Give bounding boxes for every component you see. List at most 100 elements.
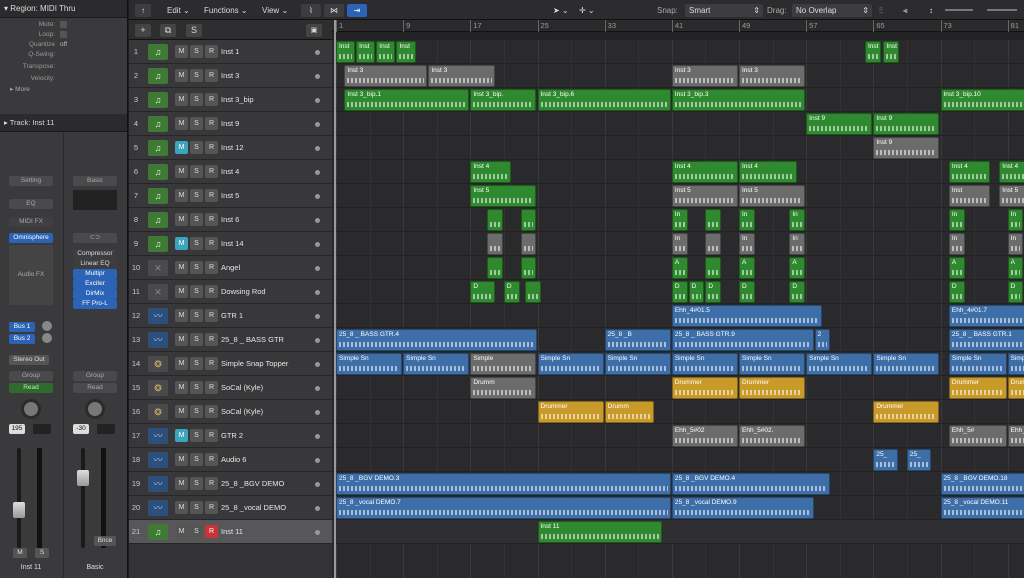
region[interactable]: Inst 5 (671, 185, 738, 207)
send-bus1[interactable]: Bus 1 (9, 322, 35, 332)
track-header[interactable]: 5 ♫ M S R Inst 12 (129, 136, 332, 160)
solo-button[interactable]: S (190, 333, 203, 346)
region[interactable]: A (671, 257, 688, 279)
region[interactable]: In (1007, 209, 1024, 231)
automation-icon[interactable]: ⌇ (301, 4, 321, 17)
region[interactable]: In (739, 233, 755, 255)
volume-fader[interactable] (13, 502, 25, 518)
mute-button[interactable]: M (175, 237, 188, 250)
mute-button[interactable]: M (175, 117, 188, 130)
region[interactable]: In (739, 209, 755, 231)
region[interactable]: 2 (814, 329, 831, 351)
region[interactable]: Ehh_5#02 (671, 425, 738, 447)
region[interactable]: Ehh_5#02. (1007, 425, 1024, 447)
region[interactable]: Inst 4 (671, 161, 738, 183)
mute-button[interactable]: M (175, 165, 188, 178)
region[interactable]: Inst (356, 41, 376, 63)
param-checkbox[interactable] (60, 21, 67, 28)
track-header[interactable]: 4 ♫ M S R Inst 9 (129, 112, 332, 136)
region[interactable]: Ehh_5#02. (739, 425, 806, 447)
region[interactable]: 25_8 _ BASS GTR.4 (336, 329, 537, 351)
audio-fx-plugin-slot[interactable]: Compressor (73, 249, 117, 259)
region[interactable]: D (705, 281, 722, 303)
record-enable-button[interactable]: R (205, 381, 218, 394)
solo-button[interactable]: S (190, 501, 203, 514)
region[interactable]: D (470, 281, 495, 303)
region[interactable]: Drummer (537, 401, 604, 423)
region[interactable]: In (789, 209, 806, 231)
mute-button[interactable]: M (175, 501, 188, 514)
region[interactable] (487, 257, 503, 279)
mute-button[interactable]: M (175, 213, 188, 226)
send-knob[interactable] (42, 321, 52, 331)
track-header[interactable]: 3 ♫ M S R Inst 3_bip (129, 88, 332, 112)
pan-knob[interactable] (85, 399, 105, 419)
region[interactable]: In (948, 233, 965, 255)
solo-button[interactable]: S (35, 548, 49, 558)
region[interactable]: 25_8 _vocal DEMO.11 (940, 497, 1024, 519)
solo-button[interactable]: S (190, 357, 203, 370)
region[interactable]: Inst 5 (470, 185, 537, 207)
region[interactable]: 25_8 _B (604, 329, 671, 351)
add-track-button[interactable]: + (135, 24, 151, 37)
mute-button[interactable]: M (175, 141, 188, 154)
solo-button[interactable]: S (190, 285, 203, 298)
catch-playhead-icon[interactable]: ⇥ (347, 4, 367, 17)
volume-fader[interactable] (77, 470, 89, 486)
track-header[interactable]: 9 ♫ M S R Inst 14 (129, 232, 332, 256)
mute-button[interactable]: M (175, 429, 188, 442)
volume-value[interactable]: 195 (9, 424, 25, 434)
region[interactable]: D (688, 281, 705, 303)
region[interactable]: Simple Sn (403, 353, 470, 375)
cycle-area[interactable] (332, 32, 1024, 40)
region[interactable]: 25_8 _vocal DEMO.7 (336, 497, 671, 519)
region[interactable]: Inst 3_bip.10 (940, 89, 1024, 111)
track-lane[interactable] (332, 40, 1024, 64)
audio-fx-plugin-slot[interactable]: FF Pro-L (73, 299, 117, 309)
pencil-tool-icon[interactable]: ✛ ⌄ (579, 4, 595, 17)
region[interactable]: Drumm (470, 377, 537, 399)
more-toggle[interactable]: ▸ More (0, 85, 127, 97)
record-enable-button[interactable]: R (205, 261, 218, 274)
region[interactable]: A (739, 257, 755, 279)
mute-button[interactable]: M (175, 45, 188, 58)
vertical-zoom-slider[interactable] (945, 9, 973, 11)
region[interactable]: In (671, 233, 688, 255)
instrument-slot[interactable]: Omnisphere (9, 233, 53, 243)
track-header[interactable]: 1 ♫ M S R Inst 1 (129, 40, 332, 64)
track-header[interactable]: 21 ♫ M S R Inst 11 (129, 520, 332, 544)
duplicate-track-icon[interactable]: ⧉ (160, 24, 176, 37)
record-enable-button[interactable]: R (205, 165, 218, 178)
region-param[interactable]: Q-Swing: (0, 50, 127, 60)
drag-select[interactable]: No Overlap ⇕ (792, 4, 872, 17)
region[interactable]: 25_ (906, 449, 932, 471)
waveform-zoom-icon[interactable]: ⫶⫶ (879, 4, 883, 17)
arrange-area[interactable]: Inst Inst Inst Inst Inst Inst Inst 3 Inst 3 Inst… (332, 40, 1024, 578)
pan-knob[interactable] (21, 399, 41, 419)
region[interactable]: Inst 9 (873, 113, 940, 135)
audio-fx-plugin-slot[interactable]: DirMix (73, 289, 117, 299)
mute-button[interactable]: M (175, 261, 188, 274)
horizontal-zoom-slider[interactable] (987, 9, 1017, 11)
record-enable-button[interactable]: R (205, 405, 218, 418)
region[interactable]: Inst 3 (739, 65, 806, 87)
solo-button[interactable]: S (190, 261, 203, 274)
region[interactable]: D (789, 281, 806, 303)
region[interactable]: Ehh_5# (948, 425, 1007, 447)
region[interactable] (705, 233, 722, 255)
region[interactable]: Simple Sn (873, 353, 940, 375)
link-icon[interactable]: ⊂⊃ (73, 233, 117, 243)
volume-value[interactable]: -30 (73, 424, 89, 434)
midi-fx-slot[interactable]: MIDI FX (9, 217, 53, 227)
region[interactable]: A (1007, 257, 1024, 279)
solo-button[interactable]: S (190, 141, 203, 154)
record-enable-button[interactable]: R (205, 189, 218, 202)
region[interactable]: Drummer (739, 377, 806, 399)
region[interactable]: Drummer (1007, 377, 1024, 399)
region[interactable]: Inst 3 (428, 65, 495, 87)
track-header[interactable]: 2 ♫ M S R Inst 3 (129, 64, 332, 88)
region[interactable] (520, 209, 537, 231)
region[interactable]: Simple Sn (336, 353, 403, 375)
region[interactable] (520, 233, 537, 255)
solo-button[interactable]: S (190, 237, 203, 250)
